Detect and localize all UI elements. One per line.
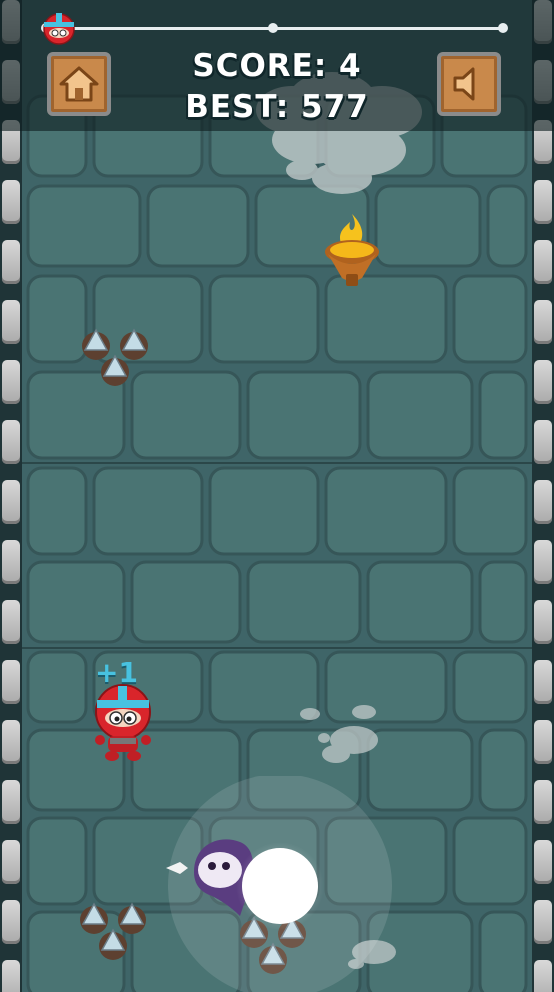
sound-icon [453,67,475,101]
progress-node-end [498,23,508,33]
ghost-enemy [166,776,392,992]
torch [325,214,379,286]
spike-trap-lower-left [80,902,146,960]
player-ninja [95,684,151,761]
player-progress-marker [43,13,75,45]
smoke-puff-small [300,705,378,763]
right-wall [532,0,554,992]
progress-node-middle [268,23,278,33]
hud-panel: SCORE: 4 BEST: 577 [0,0,554,131]
left-wall [0,0,22,992]
game-stage[interactable]: +1 SCORE: 4 BEST: 577 [0,0,554,992]
spike-trap-upper [82,328,148,386]
sound-button[interactable] [437,52,501,116]
score-popup: +1 [95,656,138,689]
